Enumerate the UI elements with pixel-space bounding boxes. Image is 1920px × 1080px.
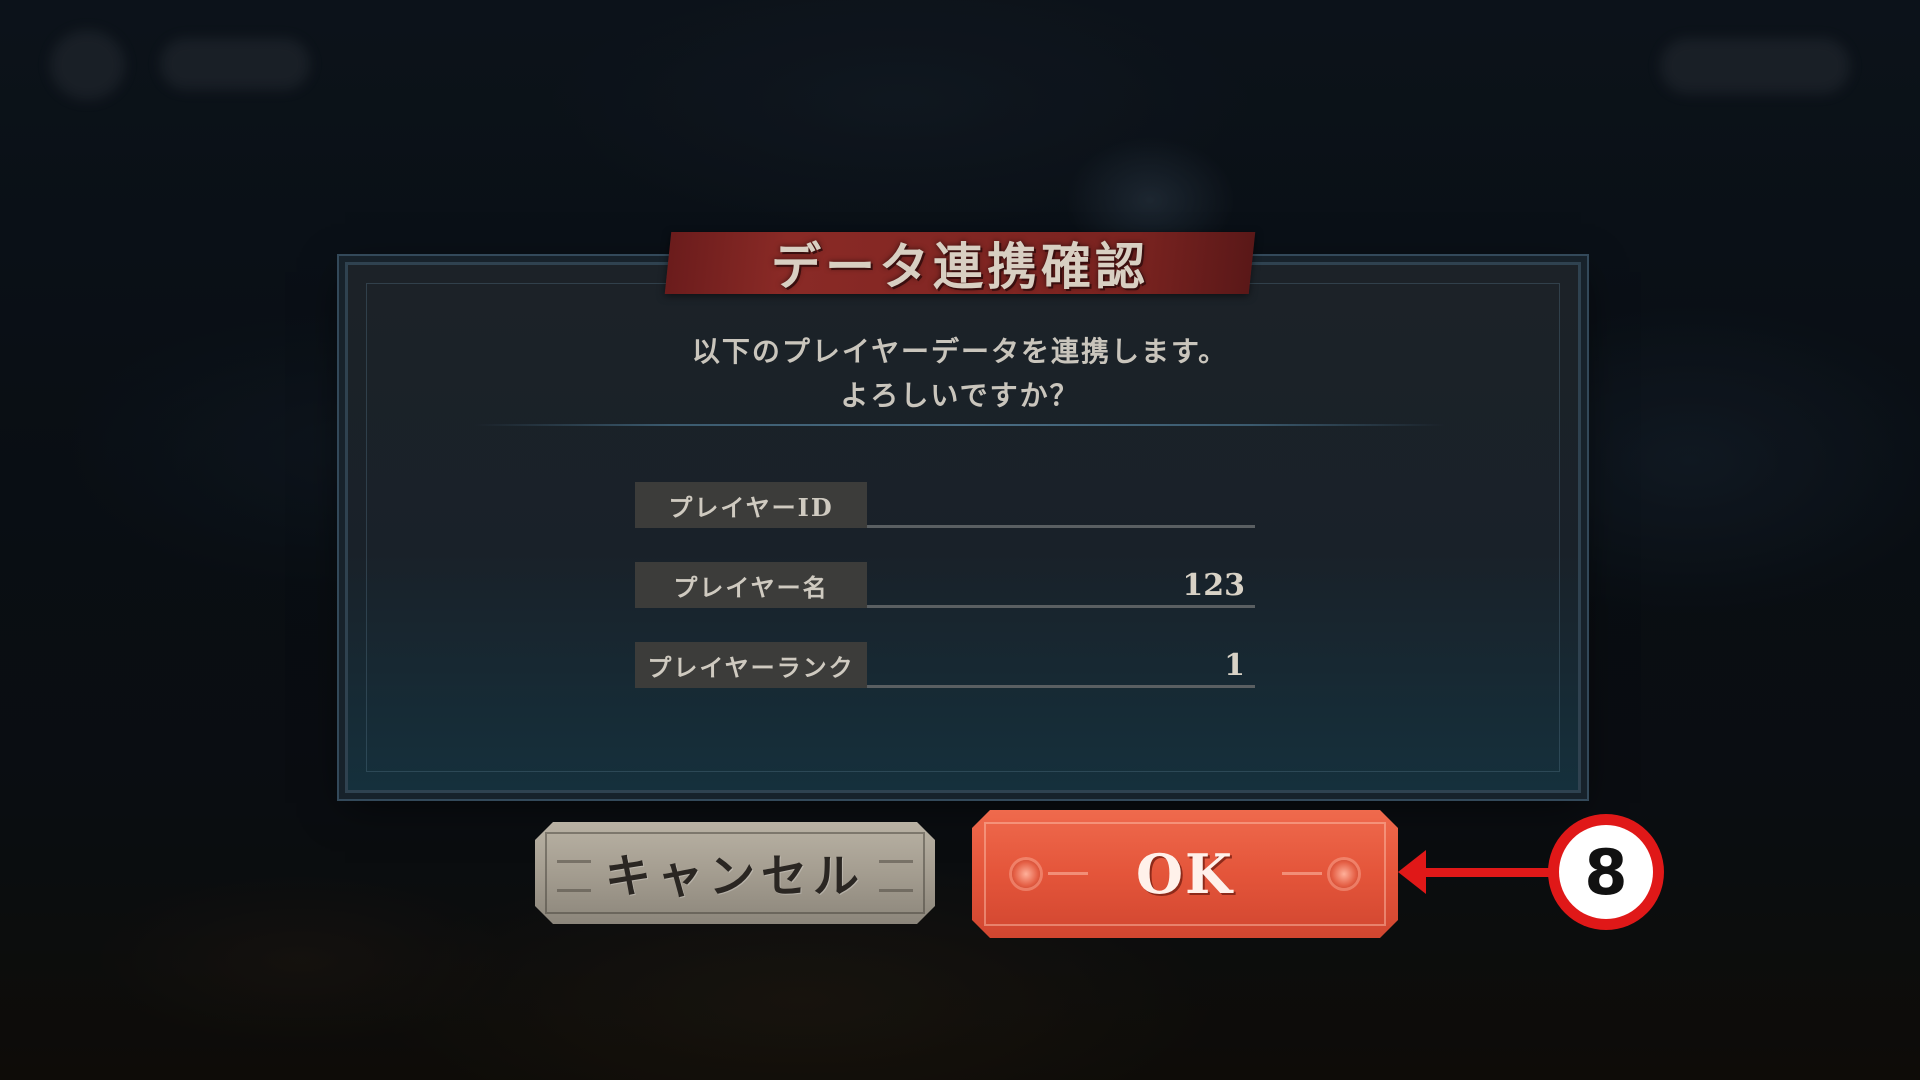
dialog-message-line1: 以下のプレイヤーデータを連携します。 [691, 335, 1229, 368]
orb-left-icon [1012, 860, 1040, 888]
row-value: 123 [1182, 567, 1245, 603]
message-divider [475, 424, 1445, 426]
ornament-bar-right [1282, 872, 1322, 875]
cancel-button-label: キャンセル [605, 849, 865, 903]
ornament-right-icon [879, 860, 913, 892]
dialog-title: データ連携確認 [771, 237, 1149, 296]
ok-button-label: OK [1136, 842, 1234, 906]
step-number: 8 [1566, 832, 1646, 912]
row-underline [867, 525, 1255, 528]
row-label: プレイヤーID [635, 482, 867, 528]
game-screen: データ連携確認 以下のプレイヤーデータを連携します。 よろしいですか？ プレイヤ… [0, 0, 1920, 1080]
dialog-message-line2: よろしいですか？ [840, 379, 1080, 412]
step-badge-ring: 8 [1559, 825, 1653, 919]
row-player-name: プレイヤー名 123 [635, 562, 1255, 608]
dialog-message: 以下のプレイヤーデータを連携します。 よろしいですか？ [420, 330, 1500, 418]
ornament-left-icon [557, 860, 591, 892]
row-player-rank: プレイヤーランク 1 [635, 642, 1255, 688]
ornament-bar-left [1048, 872, 1088, 875]
row-label: プレイヤー名 [635, 562, 867, 608]
row-label: プレイヤーランク [635, 642, 867, 688]
row-value: 1 [1224, 647, 1245, 683]
step-number-badge: 8 [1548, 814, 1664, 930]
orb-right-icon [1330, 860, 1358, 888]
row-underline [867, 685, 1255, 688]
annotation-arrow-shaft [1420, 868, 1550, 877]
annotation-arrow-left-icon [1398, 850, 1426, 894]
row-player-id: プレイヤーID [635, 482, 1255, 528]
ok-button[interactable]: OK [972, 810, 1398, 938]
cancel-button[interactable]: キャンセル [535, 822, 935, 924]
